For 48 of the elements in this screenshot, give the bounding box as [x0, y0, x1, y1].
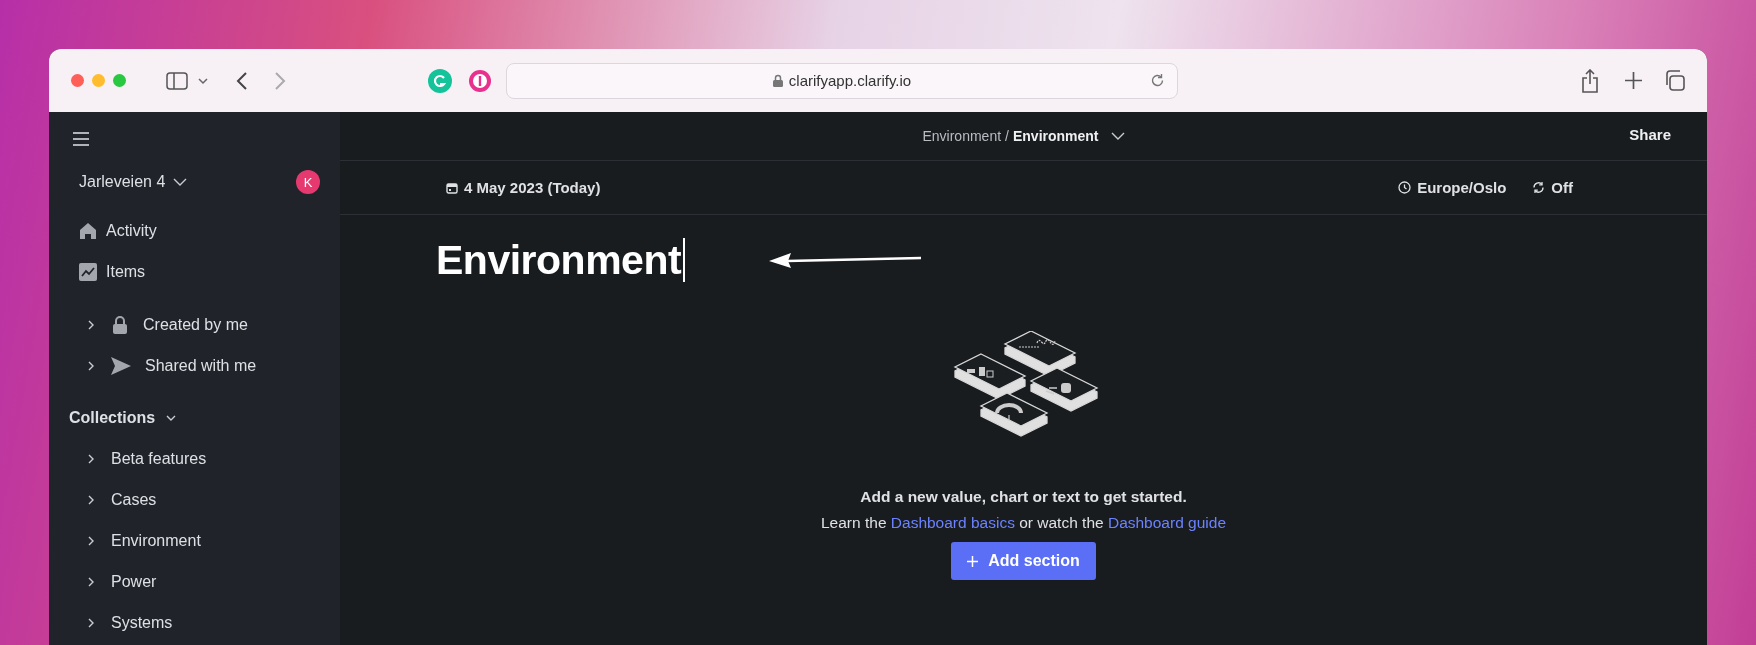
- plus-icon: [967, 555, 979, 567]
- clock-icon: [1398, 181, 1412, 194]
- sidebar-item[interactable]: Created by me: [143, 315, 248, 334]
- help-text: Learn the Dashboard basics or watch the Dashboard guide: [821, 514, 1226, 532]
- sidebar-item[interactable]: Systems: [111, 613, 173, 632]
- chart-icon: [79, 262, 97, 281]
- avatar[interactable]: K: [296, 170, 320, 194]
- sidebar-item[interactable]: Items: [106, 262, 146, 281]
- reload-icon[interactable]: [1150, 72, 1165, 88]
- close-button[interactable]: [71, 74, 84, 87]
- refresh-icon: [1532, 181, 1546, 194]
- section-heading[interactable]: Collections: [69, 409, 156, 427]
- organization-dropdown[interactable]: Jarleveien 4: [79, 173, 188, 191]
- chevron-icon: [173, 177, 188, 187]
- timezone-button[interactable]: Europe/Oslo: [1398, 179, 1507, 196]
- send-icon: [111, 356, 131, 375]
- share-button[interactable]: Share: [1629, 126, 1671, 143]
- lock-icon: [772, 74, 783, 87]
- menu-icon[interactable]: [73, 132, 89, 146]
- share-icon[interactable]: [1581, 68, 1599, 93]
- breadcrumb-current[interactable]: Environment: [1012, 128, 1099, 144]
- date-picker[interactable]: 4 May 2023 (Today): [446, 179, 601, 196]
- sidebar-icon[interactable]: [166, 71, 188, 90]
- password-extension-icon[interactable]: [468, 68, 492, 93]
- sidebar-item[interactable]: Beta features: [111, 449, 207, 468]
- sidebar-item[interactable]: Power: [111, 572, 157, 591]
- sidebar-item[interactable]: Activity: [106, 221, 157, 240]
- caret-icon[interactable]: [198, 76, 208, 85]
- breadcrumb-separator: /: [1005, 128, 1009, 144]
- empty-state-message: Add a new value, chart or text to get started.: [860, 488, 1187, 506]
- refresh-button[interactable]: Off: [1532, 179, 1573, 196]
- dashboard-title[interactable]: Environment: [436, 236, 682, 284]
- lock-icon: [111, 315, 129, 334]
- help-link[interactable]: Dashboard basics: [890, 514, 1015, 531]
- add-section-button[interactable]: Add section: [951, 542, 1096, 580]
- plus-icon[interactable]: [1625, 72, 1642, 89]
- breadcrumb-link[interactable]: Environment: [922, 128, 1002, 144]
- tabs-icon[interactable]: [1664, 70, 1685, 91]
- sidebar-item[interactable]: Environment: [111, 531, 201, 550]
- url-text[interactable]: clarifyapp.clarify.io: [788, 72, 912, 89]
- sidebar-item[interactable]: Cases: [111, 490, 157, 509]
- home-icon: [79, 221, 97, 240]
- sidebar-item[interactable]: Shared with me: [145, 356, 257, 375]
- back-icon[interactable]: [236, 70, 248, 91]
- text-cursor: [683, 238, 685, 282]
- calendar-icon: [446, 181, 458, 194]
- chevron-icon[interactable]: [1110, 131, 1125, 141]
- help-link[interactable]: Dashboard guide: [1107, 514, 1226, 531]
